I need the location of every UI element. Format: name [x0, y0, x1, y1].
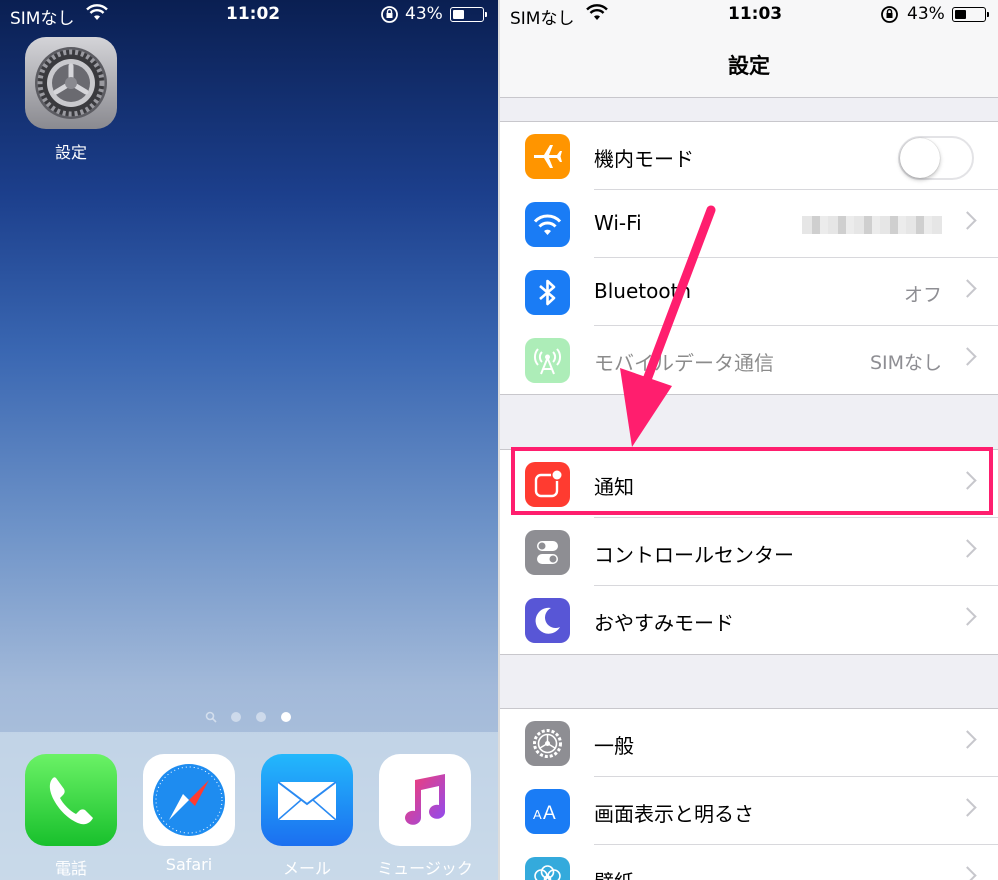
- row-value: SIMなし: [869, 352, 942, 374]
- dock-label-phone: 電話: [54, 859, 87, 878]
- row-display-brightness[interactable]: A A 画面表示と明るさ: [500, 777, 998, 845]
- battery-fill: [955, 10, 967, 19]
- rotation-lock-icon: [381, 6, 398, 23]
- row-airplane-mode[interactable]: 機内モード: [500, 122, 998, 190]
- settings-app-icon[interactable]: [25, 37, 117, 129]
- page-title: 設定: [728, 54, 770, 78]
- row-label: Wi-Fi: [594, 211, 642, 235]
- row-mobile-data[interactable]: モバイルデータ通信 SIMなし: [500, 326, 998, 394]
- status-bar: SIMなし 11:02 43%: [0, 0, 498, 32]
- chevron-right-icon: [958, 211, 977, 230]
- wifi-icon: [525, 202, 570, 247]
- navigation-bar: SIMなし 11:03 43% 設定: [500, 0, 998, 98]
- row-bluetooth[interactable]: Bluetooth オフ: [500, 258, 998, 326]
- row-control-center[interactable]: コントロールセンター: [500, 518, 998, 586]
- control-center-icon: [525, 530, 570, 575]
- dock-label-music: ミュージック: [377, 859, 473, 878]
- chevron-right-icon: [958, 730, 977, 749]
- safari-app-icon[interactable]: [143, 754, 235, 846]
- row-general[interactable]: 一般: [500, 709, 998, 777]
- phone-icon: [49, 777, 93, 825]
- row-do-not-disturb[interactable]: おやすみモード: [500, 586, 998, 654]
- row-value: オフ: [903, 284, 942, 306]
- chevron-right-icon: [958, 607, 977, 626]
- page-dot-current: [281, 712, 291, 722]
- battery-percent: 43%: [405, 4, 443, 24]
- carrier-label: SIMなし: [10, 9, 75, 29]
- airplane-icon: [525, 134, 570, 179]
- carrier-label: SIMなし: [510, 9, 575, 29]
- settings-group-general: 一般 A A 画面表示と明るさ: [500, 708, 998, 880]
- row-wallpaper[interactable]: 壁紙: [500, 845, 998, 880]
- spotlight-search-icon: [205, 711, 217, 723]
- home-screen: SIMなし 11:02 43% 設定 電話 Safari メール ミュージック: [0, 0, 498, 880]
- settings-group-connectivity: 機内モード Wi-Fi Bluetooth オフ モバイルデータ通信 SIMなし: [500, 121, 998, 395]
- toggle-knob: [900, 138, 940, 178]
- svg-text:A: A: [533, 807, 542, 822]
- chevron-right-icon: [958, 471, 977, 490]
- music-icon: [405, 774, 445, 825]
- gear-icon: [525, 721, 570, 766]
- row-label: 一般: [594, 734, 634, 758]
- settings-screen: SIMなし 11:03 43% 設定 機内モード Wi-Fi Bluetooth…: [500, 0, 998, 880]
- rotation-lock-icon: [881, 6, 898, 23]
- row-label: 機内モード: [594, 147, 694, 171]
- row-label: Bluetooth: [594, 279, 692, 303]
- chevron-right-icon: [958, 539, 977, 558]
- row-wifi[interactable]: Wi-Fi: [500, 190, 998, 258]
- dock: 電話 Safari メール ミュージック: [0, 732, 498, 880]
- svg-text:A: A: [543, 803, 556, 824]
- airplane-mode-toggle[interactable]: [898, 136, 974, 180]
- row-notifications[interactable]: 通知: [500, 450, 998, 518]
- chevron-right-icon: [958, 798, 977, 817]
- row-label: モバイルデータ通信: [594, 351, 774, 375]
- settings-group-notifications: 通知 コントロールセンター おやすみモード: [500, 449, 998, 655]
- safari-icon: [153, 764, 225, 836]
- wifi-icon: [86, 4, 108, 20]
- wallpaper-icon: [525, 857, 570, 880]
- page-dot: [256, 712, 266, 722]
- battery-fill: [453, 10, 465, 19]
- gear-icon: [35, 47, 107, 119]
- status-time: 11:02: [226, 4, 281, 24]
- row-label: 壁紙: [594, 866, 634, 880]
- display-icon: A A: [525, 789, 570, 834]
- cellular-icon: [525, 338, 570, 383]
- row-label: おやすみモード: [594, 611, 734, 635]
- status-time: 11:03: [728, 4, 783, 24]
- bluetooth-icon: [525, 270, 570, 315]
- battery-icon: [952, 7, 989, 22]
- phone-app-icon[interactable]: [25, 754, 117, 846]
- mail-icon: [277, 781, 337, 821]
- chevron-right-icon: [958, 279, 977, 298]
- row-label: 画面表示と明るさ: [594, 802, 754, 826]
- music-app-icon[interactable]: [379, 754, 471, 846]
- chevron-right-icon: [958, 347, 977, 366]
- chevron-right-icon: [958, 866, 977, 880]
- status-bar: SIMなし 11:03 43%: [500, 0, 998, 32]
- wifi-icon: [586, 4, 608, 20]
- row-label: コントロールセンター: [594, 543, 794, 567]
- wifi-network-name-blurred: [802, 216, 942, 234]
- moon-icon: [525, 598, 570, 643]
- battery-icon: [450, 7, 487, 22]
- mail-app-icon[interactable]: [261, 754, 353, 846]
- battery-percent: 43%: [907, 4, 945, 24]
- dock-label-safari: Safari: [165, 855, 213, 874]
- page-dot: [231, 712, 241, 722]
- dock-label-mail: メール: [282, 859, 331, 878]
- row-label: 通知: [594, 475, 634, 499]
- notification-icon: [525, 462, 570, 507]
- settings-app-label: 設定: [54, 143, 87, 162]
